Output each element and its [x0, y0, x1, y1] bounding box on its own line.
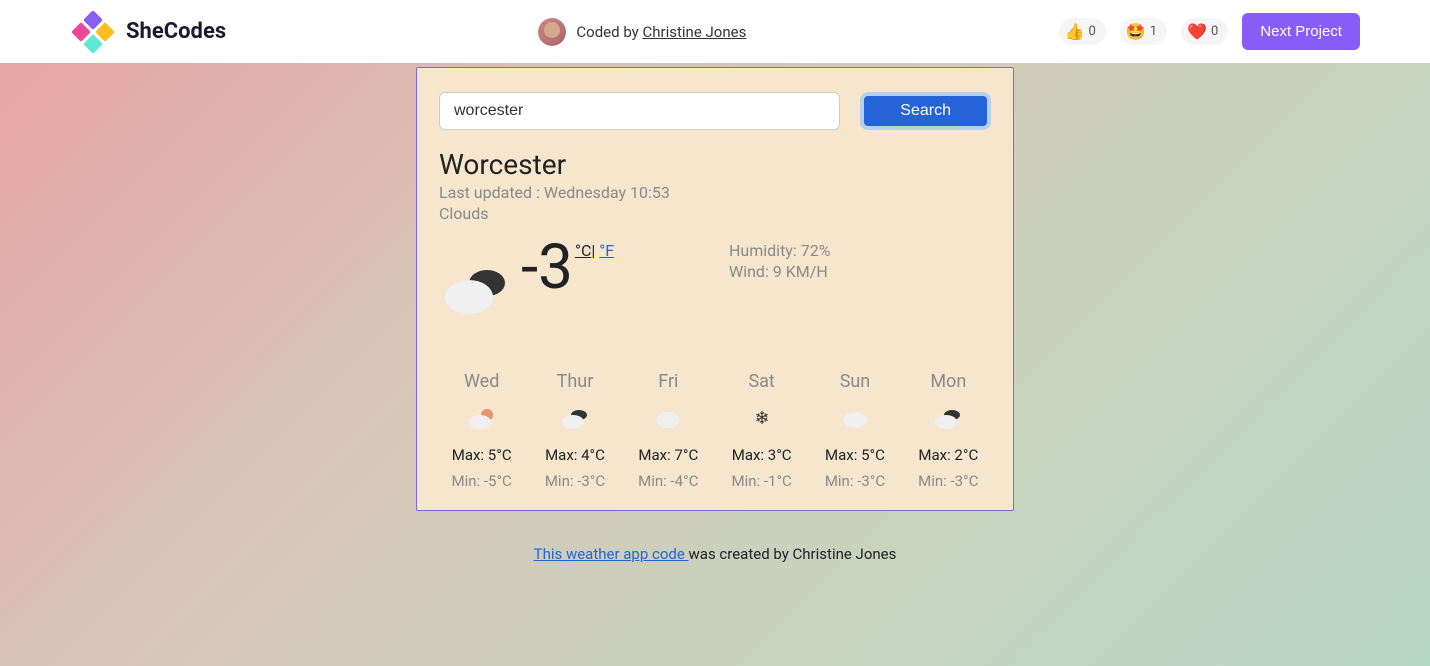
forecast-day: Wed Max: 5°C Min: -5°C — [439, 371, 524, 490]
day-name: Wed — [439, 371, 524, 392]
day-max: Max: 7°C — [626, 446, 711, 464]
next-project-button[interactable]: Next Project — [1242, 13, 1360, 50]
forecast-day: Sat ❄ Max: 3°C Min: -1°C — [719, 371, 804, 490]
logo-area[interactable]: SheCodes — [72, 11, 226, 53]
day-name: Sun — [812, 371, 897, 392]
logo-text: SheCodes — [126, 19, 226, 44]
reaction-heart[interactable]: ❤️ 0 — [1181, 18, 1228, 45]
day-name: Mon — [906, 371, 991, 392]
unit-celsius[interactable]: °C — [575, 241, 591, 260]
day-max: Max: 5°C — [439, 446, 524, 464]
cloud-dark-icon — [933, 406, 963, 430]
day-name: Fri — [626, 371, 711, 392]
temp-block: -3 °C| °F — [521, 237, 614, 299]
avatar[interactable] — [538, 18, 566, 46]
day-min: Min: -4°C — [626, 472, 711, 490]
temp-value: -3 — [521, 237, 573, 299]
header: SheCodes Coded by Christine Jones 👍 0 🤩 … — [0, 0, 1430, 63]
day-name: Thur — [532, 371, 617, 392]
shecodes-logo-icon — [72, 11, 118, 53]
heart-icon: ❤️ — [1187, 22, 1207, 41]
weather-left: -3 °C| °F — [439, 237, 729, 321]
city-name: Worcester — [439, 148, 991, 181]
cloud-dark-icon — [560, 406, 590, 430]
condition: Clouds — [439, 204, 991, 223]
forecast-day: Sun Max: 5°C Min: -3°C — [812, 371, 897, 490]
day-min: Min: -3°C — [812, 472, 897, 490]
forecast-day: Thur Max: 4°C Min: -3°C — [532, 371, 617, 490]
unit-fahrenheit[interactable]: °F — [599, 241, 614, 260]
forecast-day: Fri Max: 7°C Min: -4°C — [626, 371, 711, 490]
humidity: Humidity: 72% — [729, 241, 830, 262]
weather-card: Search Worcester Last updated : Wednesda… — [416, 67, 1014, 511]
day-min: Min: -3°C — [532, 472, 617, 490]
snow-icon: ❄ — [747, 406, 777, 430]
forecast: Wed Max: 5°C Min: -5°C Thur Max: 4°C Min… — [439, 371, 991, 490]
last-updated: Last updated : Wednesday 10:53 — [439, 183, 991, 204]
footer: This weather app code was created by Chr… — [534, 545, 897, 563]
header-right: 👍 0 🤩 1 ❤️ 0 Next Project — [1059, 13, 1360, 50]
main-content: Search Worcester Last updated : Wednesda… — [0, 63, 1430, 563]
units: °C| °F — [575, 241, 614, 260]
weather-details: Humidity: 72% Wind: 9 KM/H — [729, 237, 830, 321]
thumbsup-icon: 👍 — [1065, 22, 1085, 41]
reaction-star[interactable]: 🤩 1 — [1120, 18, 1167, 45]
reaction-count: 0 — [1089, 24, 1096, 39]
day-max: Max: 4°C — [532, 446, 617, 464]
day-max: Max: 5°C — [812, 446, 897, 464]
day-max: Max: 3°C — [719, 446, 804, 464]
day-name: Sat — [719, 371, 804, 392]
day-min: Min: -3°C — [906, 472, 991, 490]
wind: Wind: 9 KM/H — [729, 262, 830, 283]
coded-by-prefix: Coded by — [576, 23, 642, 41]
coded-by: Coded by Christine Jones — [538, 18, 746, 46]
search-row: Search — [439, 92, 991, 130]
svg-text:❄: ❄ — [754, 408, 769, 429]
weather-clouds-icon — [439, 259, 511, 321]
cloud-icon — [653, 406, 683, 430]
search-button[interactable]: Search — [860, 92, 991, 130]
stareyes-icon: 🤩 — [1126, 22, 1146, 41]
forecast-day: Mon Max: 2°C Min: -3°C — [906, 371, 991, 490]
day-max: Max: 2°C — [906, 446, 991, 464]
day-min: Min: -1°C — [719, 472, 804, 490]
cloud-sun-icon — [467, 406, 497, 430]
weather-main: -3 °C| °F Humidity: 72% Wind: 9 KM/H — [439, 237, 991, 321]
reaction-count: 1 — [1150, 24, 1157, 39]
cloud-icon — [840, 406, 870, 430]
search-input[interactable] — [439, 92, 840, 130]
day-min: Min: -5°C — [439, 472, 524, 490]
reaction-count: 0 — [1211, 24, 1218, 39]
author-link[interactable]: Christine Jones — [642, 23, 746, 41]
reaction-thumbsup[interactable]: 👍 0 — [1059, 18, 1106, 45]
source-link[interactable]: This weather app code — [534, 545, 689, 563]
footer-after: was created by Christine Jones — [689, 545, 897, 563]
